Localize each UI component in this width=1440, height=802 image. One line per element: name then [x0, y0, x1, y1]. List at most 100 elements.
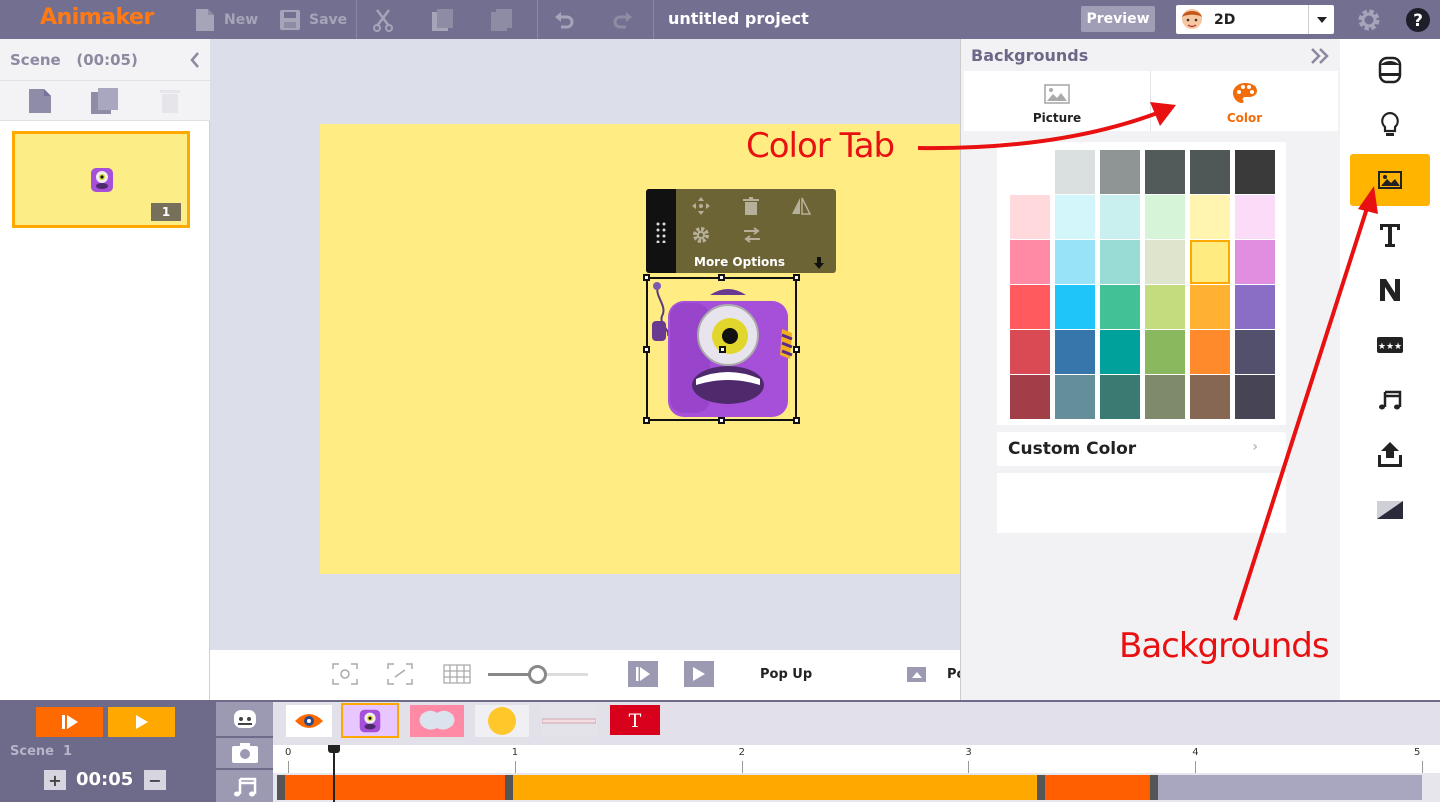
swap-icon[interactable] — [742, 227, 762, 243]
grid-icon[interactable] — [443, 664, 471, 684]
color-swatch[interactable] — [1010, 330, 1050, 374]
color-swatch[interactable] — [1190, 375, 1230, 419]
center-focus-icon[interactable] — [332, 663, 358, 685]
color-swatch[interactable] — [1100, 150, 1140, 194]
drag-handle[interactable] — [646, 189, 676, 273]
settings-button[interactable] — [1356, 7, 1382, 37]
fit-screen-icon[interactable] — [387, 663, 413, 685]
color-swatch[interactable] — [1055, 240, 1095, 284]
resize-handle[interactable] — [793, 346, 800, 353]
sidebar-item-characters[interactable] — [1350, 44, 1430, 96]
timeline-ruler[interactable]: 0 1 2 3 4 5 — [273, 745, 1440, 773]
resize-handle[interactable] — [643, 417, 650, 424]
color-swatch[interactable] — [1010, 195, 1050, 239]
color-swatch[interactable] — [1100, 195, 1140, 239]
color-swatch[interactable] — [1010, 150, 1050, 194]
color-swatch[interactable] — [1235, 195, 1275, 239]
timeline-characters-row-icon[interactable] — [216, 702, 273, 736]
color-swatch[interactable] — [1010, 240, 1050, 284]
color-swatch[interactable] — [1235, 375, 1275, 419]
resize-handle[interactable] — [718, 274, 725, 281]
play-scene-from-start-button[interactable] — [36, 707, 103, 737]
color-swatch[interactable] — [1190, 195, 1230, 239]
color-swatch[interactable] — [1055, 195, 1095, 239]
color-swatch[interactable] — [1055, 330, 1095, 374]
color-swatch[interactable] — [1235, 330, 1275, 374]
sidebar-item-numbers[interactable] — [1350, 264, 1430, 316]
segment-handle[interactable] — [1037, 775, 1045, 800]
color-swatch[interactable] — [1235, 285, 1275, 329]
timeline-segment-exit[interactable] — [1041, 775, 1154, 800]
preview-button[interactable]: Preview — [1081, 6, 1155, 32]
color-swatch[interactable] — [1190, 285, 1230, 329]
color-swatch[interactable] — [1010, 375, 1050, 419]
segment-handle[interactable] — [1150, 775, 1158, 800]
undo-button[interactable] — [553, 0, 575, 39]
mode-select[interactable]: 2D — [1176, 5, 1334, 34]
animation-out-button[interactable] — [907, 667, 926, 682]
color-swatch[interactable] — [1145, 240, 1185, 284]
sidebar-item-music[interactable] — [1350, 374, 1430, 426]
color-swatch[interactable] — [1145, 195, 1185, 239]
timeline-item-circle-shape[interactable] — [475, 705, 529, 737]
play-scene-button[interactable] — [108, 707, 175, 737]
color-swatch[interactable] — [1190, 330, 1230, 374]
play-button[interactable] — [684, 661, 714, 687]
resize-handle[interactable] — [793, 417, 800, 424]
sidebar-item-props[interactable] — [1350, 99, 1430, 151]
segment-handle[interactable] — [277, 775, 285, 800]
increase-duration-button[interactable]: + — [44, 770, 66, 790]
segment-handle[interactable] — [505, 775, 513, 800]
color-swatch[interactable] — [1145, 330, 1185, 374]
playhead[interactable] — [333, 745, 335, 802]
sidebar-item-text[interactable] — [1350, 209, 1430, 261]
save-button[interactable]: Save — [279, 0, 347, 39]
color-swatch[interactable] — [1055, 150, 1095, 194]
scene-thumbnail[interactable]: 1 — [12, 131, 190, 228]
color-swatch[interactable] — [1055, 285, 1095, 329]
sidebar-item-backgrounds[interactable] — [1350, 154, 1430, 206]
rotation-center-handle[interactable] — [719, 346, 726, 353]
timeline-segment-enter[interactable] — [278, 775, 509, 800]
sidebar-item-effects[interactable]: ★★★ — [1350, 319, 1430, 371]
color-swatch[interactable] — [1235, 150, 1275, 194]
timeline-track[interactable] — [273, 773, 1440, 802]
cut-button[interactable] — [372, 0, 394, 39]
stage-canvas[interactable] — [320, 124, 960, 574]
decrease-duration-button[interactable]: − — [144, 770, 166, 790]
settings-gear-icon[interactable] — [692, 226, 710, 244]
timeline-item-monster[interactable] — [341, 703, 399, 738]
color-swatch[interactable] — [1100, 285, 1140, 329]
trash-icon[interactable] — [743, 197, 759, 215]
collapse-double-chevron-icon[interactable] — [1310, 48, 1330, 64]
timeline-item-cloud-shape[interactable] — [410, 705, 464, 737]
redo-button[interactable] — [612, 0, 634, 39]
project-title[interactable]: untitled project — [668, 9, 809, 28]
arrow-down-icon[interactable] — [814, 257, 824, 269]
custom-color-button[interactable]: Custom Color › — [997, 432, 1286, 466]
timeline-item-text[interactable]: T — [610, 705, 660, 735]
sidebar-item-upload[interactable] — [1350, 429, 1430, 481]
duplicate-scene-icon[interactable] — [90, 87, 120, 115]
color-swatch[interactable] — [1055, 375, 1095, 419]
move-icon[interactable] — [691, 196, 711, 216]
color-swatch[interactable] — [1145, 375, 1185, 419]
copy-button[interactable] — [431, 0, 455, 39]
play-from-start-button[interactable] — [628, 661, 658, 687]
tab-color[interactable]: Color — [1151, 71, 1338, 131]
tab-picture[interactable]: Picture — [964, 71, 1151, 131]
flip-icon[interactable] — [791, 196, 811, 216]
add-scene-icon[interactable] — [28, 88, 52, 114]
zoom-slider-thumb[interactable] — [528, 665, 547, 684]
resize-handle[interactable] — [643, 346, 650, 353]
timeline-music-row-icon[interactable] — [216, 770, 273, 802]
color-swatch[interactable] — [1145, 150, 1185, 194]
color-swatch[interactable] — [1235, 240, 1275, 284]
more-options-label[interactable]: More Options — [694, 255, 785, 269]
selected-character[interactable] — [643, 274, 800, 424]
color-swatch-selected[interactable] — [1190, 240, 1230, 284]
timeline-camera-row-icon[interactable] — [216, 738, 273, 768]
color-swatch[interactable] — [1145, 285, 1185, 329]
help-button[interactable]: ? — [1405, 7, 1431, 37]
color-swatch[interactable] — [1100, 240, 1140, 284]
